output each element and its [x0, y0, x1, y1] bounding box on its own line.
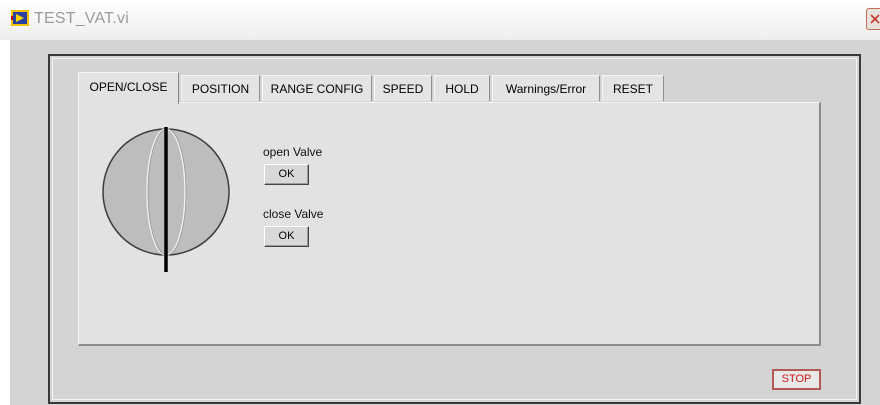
close-button[interactable] — [866, 8, 880, 30]
tab-reset[interactable]: RESET — [602, 75, 664, 101]
tab-position[interactable]: POSITION — [181, 75, 260, 101]
tab-hold[interactable]: HOLD — [434, 75, 490, 101]
window-title: TEST_VAT.vi — [34, 10, 129, 27]
tab-speed[interactable]: SPEED — [374, 75, 432, 101]
close-valve-label: close Valve — [263, 207, 324, 221]
open-valve-label: open Valve — [263, 145, 323, 159]
open-valve-button[interactable]: OK — [264, 164, 309, 185]
title-bar: TEST_VAT.vi — [0, 0, 880, 40]
tab-range-config[interactable]: RANGE CONFIG — [262, 75, 372, 101]
tab-open-close[interactable]: OPEN/CLOSE — [78, 72, 179, 104]
stop-button[interactable]: STOP — [772, 369, 821, 390]
close-valve-button[interactable]: OK — [264, 226, 309, 247]
tab-warnings-error[interactable]: Warnings/Error — [492, 75, 600, 101]
labview-vi-icon — [11, 10, 29, 26]
valve-ball-icon — [102, 127, 230, 272]
close-icon — [870, 14, 880, 24]
